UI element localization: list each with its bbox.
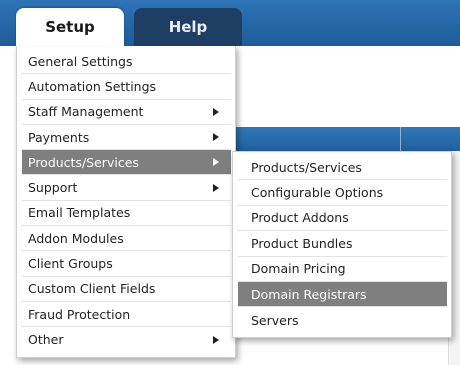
background-content-panel [232, 46, 460, 130]
background-table-header [232, 127, 460, 151]
submenu-item-configurable-options[interactable]: Configurable Options [238, 180, 447, 206]
menu-item-products-services[interactable]: Products/Services [22, 150, 231, 176]
menu-item-client-groups[interactable]: Client Groups [22, 251, 231, 277]
submenu-arrow-icon [213, 107, 219, 116]
menu-item-label: Custom Client Fields [28, 281, 156, 297]
menu-item-label: Automation Settings [28, 78, 157, 94]
menu-item-label: Products/Services [28, 154, 139, 170]
submenu-item-label: Product Bundles [251, 235, 353, 251]
column-divider [400, 127, 401, 151]
menu-item-fraud-protection[interactable]: Fraud Protection [22, 302, 231, 328]
submenu-item-label: Configurable Options [251, 185, 384, 201]
menu-item-other[interactable]: Other [22, 327, 231, 352]
submenu-item-products-services[interactable]: Products/Services [238, 155, 447, 181]
submenu-item-product-bundles[interactable]: Product Bundles [238, 231, 447, 257]
menu-item-general-settings[interactable]: General Settings [22, 49, 231, 75]
submenu-item-domain-registrars[interactable]: Domain Registrars [238, 281, 447, 308]
menu-item-label: Payments [28, 129, 90, 145]
menu-item-custom-client-fields[interactable]: Custom Client Fields [22, 277, 231, 302]
submenu-item-label: Products/Services [251, 159, 362, 175]
menu-item-addon-modules[interactable]: Addon Modules [22, 226, 231, 252]
setup-menu: General Settings Automation Settings Sta… [16, 46, 236, 358]
menu-item-support[interactable]: Support [22, 175, 231, 201]
submenu-item-label: Product Addons [251, 210, 349, 226]
submenu-item-label: Domain Pricing [251, 261, 346, 277]
submenu-item-servers[interactable]: Servers [238, 307, 447, 332]
submenu-arrow-icon [213, 158, 219, 167]
menu-item-label: Email Templates [28, 205, 131, 221]
menu-item-staff-management[interactable]: Staff Management [22, 100, 231, 125]
submenu-arrow-icon [213, 133, 219, 142]
menu-item-email-templates[interactable]: Email Templates [22, 201, 231, 227]
submenu-item-label: Domain Registrars [251, 286, 367, 302]
menu-item-payments[interactable]: Payments [22, 125, 231, 151]
menu-item-automation-settings[interactable]: Automation Settings [22, 74, 231, 100]
products-services-submenu: Products/Services Configurable Options P… [232, 151, 452, 338]
menu-item-label: Client Groups [28, 256, 113, 272]
menu-item-label: Fraud Protection [28, 306, 131, 322]
menu-item-label: Staff Management [28, 104, 144, 120]
menu-item-label: Addon Modules [28, 230, 124, 246]
menu-item-label: Support [28, 180, 78, 196]
submenu-item-product-addons[interactable]: Product Addons [238, 206, 447, 232]
submenu-item-domain-pricing[interactable]: Domain Pricing [238, 257, 447, 282]
submenu-item-label: Servers [251, 312, 299, 328]
tab-setup[interactable]: Setup [16, 8, 124, 46]
submenu-arrow-icon [213, 335, 219, 344]
tab-help[interactable]: Help [134, 8, 242, 46]
menu-item-label: General Settings [28, 53, 133, 69]
menu-item-label: Other [28, 332, 64, 348]
submenu-arrow-icon [213, 183, 219, 192]
